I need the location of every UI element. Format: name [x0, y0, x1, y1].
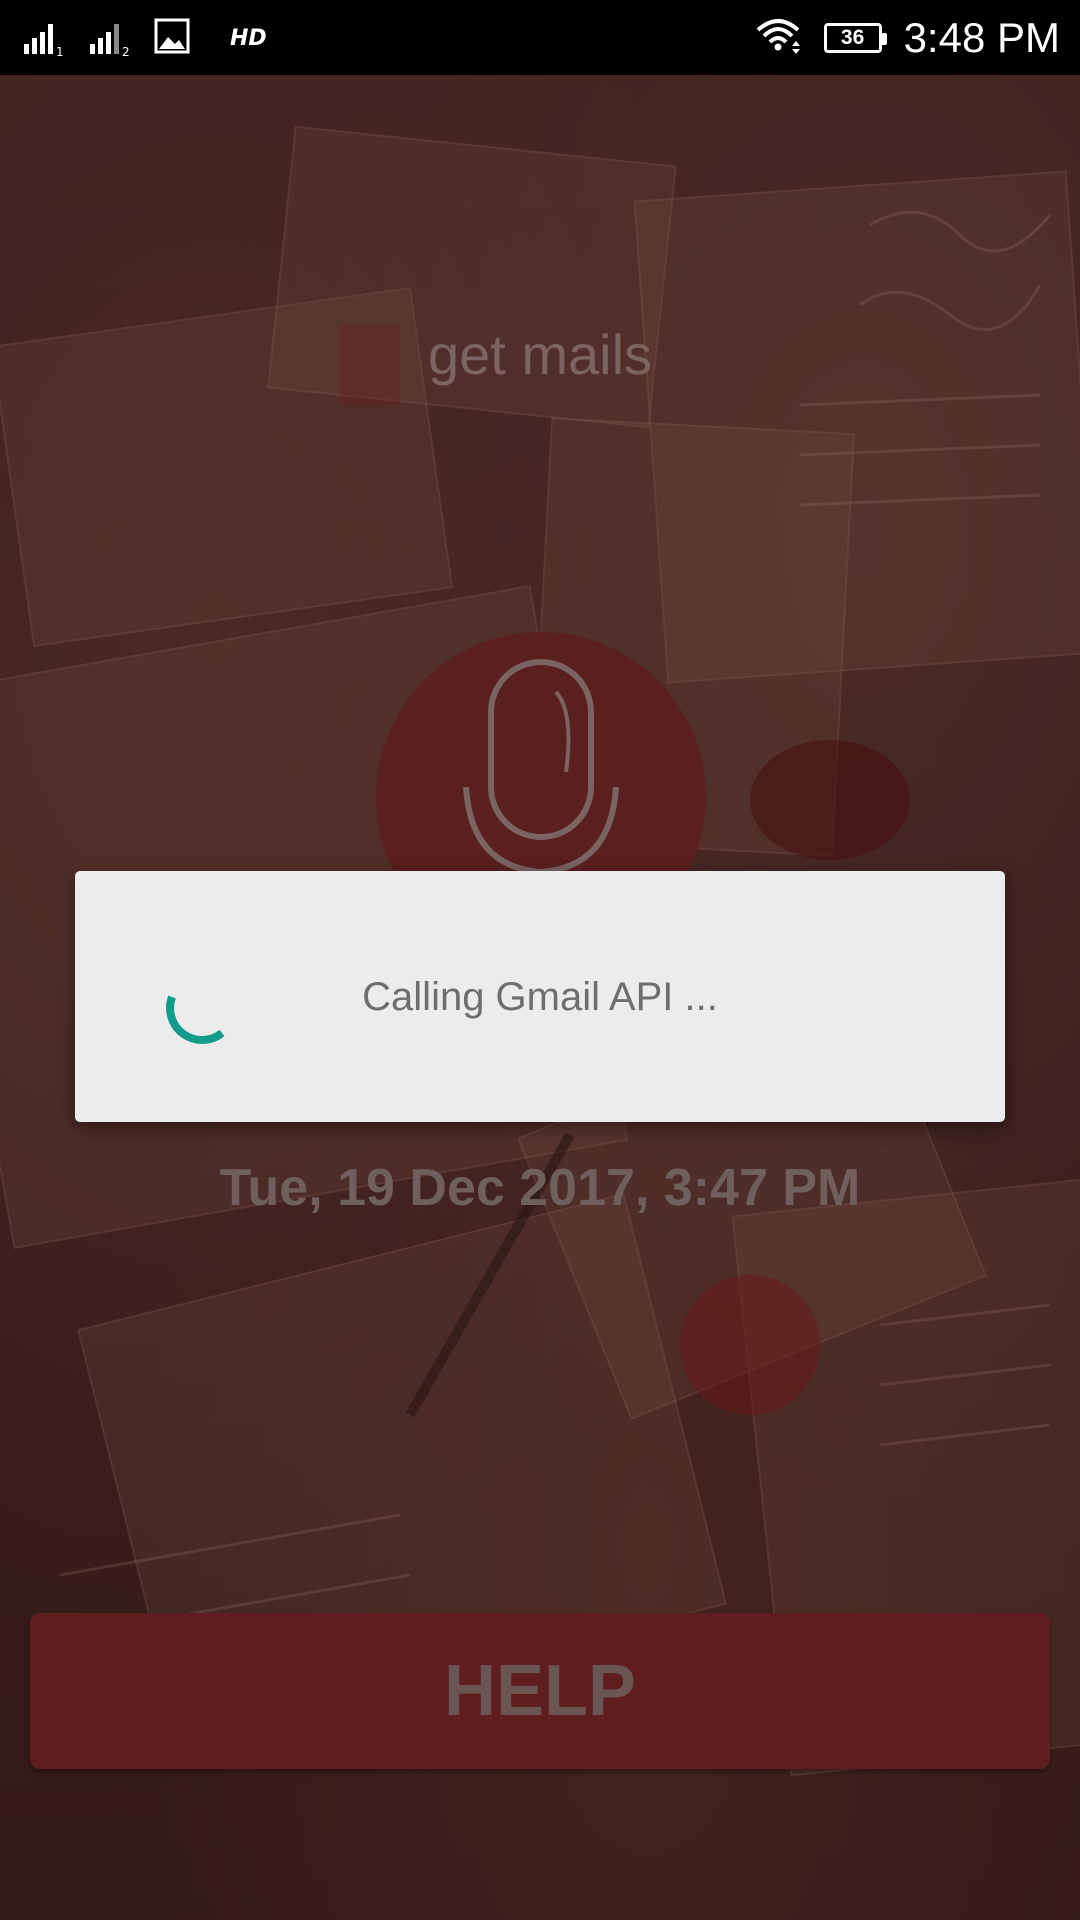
wifi-icon	[754, 16, 802, 61]
signal-icon: 2	[88, 18, 134, 58]
app-screen: 1 2 HD 36 3:48 PM get mails Tue, 19 Dec …	[0, 0, 1080, 1920]
battery-icon: 36	[823, 23, 887, 53]
last-check-date: Tue, 19 Dec 2017, 3:47 PM	[219, 1159, 861, 1217]
image-notification-icon	[154, 18, 190, 59]
status-bar: 1 2 HD 36 3:48 PM	[0, 0, 1080, 75]
page-title: get mails	[427, 323, 653, 386]
dialog-message: Calling Gmail API ...	[362, 975, 718, 1019]
hd-badge: HD	[230, 25, 267, 51]
battery-level: 36	[840, 26, 865, 49]
signal-icon: 1	[22, 18, 68, 58]
status-time: 3:48 PM	[903, 14, 1060, 61]
sim2-label: 2	[122, 45, 130, 58]
progress-dialog: Calling Gmail API ...	[75, 871, 1005, 1122]
sim1-label: 1	[56, 45, 64, 58]
help-button[interactable]: HELP	[30, 1613, 1050, 1769]
